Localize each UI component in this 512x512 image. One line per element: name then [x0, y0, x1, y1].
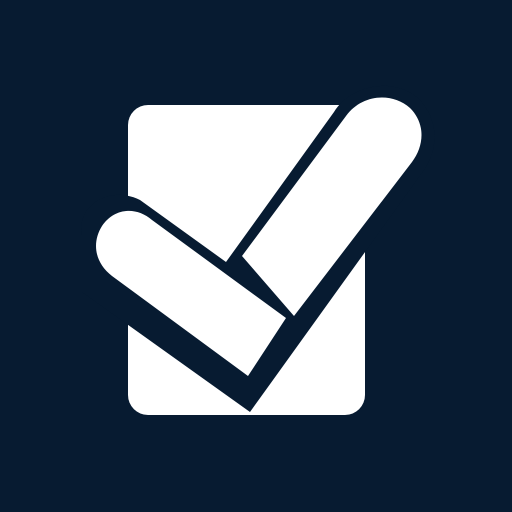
- checkbox-checked-graphic: [0, 0, 512, 512]
- checkbox-checked-icon: [0, 0, 512, 512]
